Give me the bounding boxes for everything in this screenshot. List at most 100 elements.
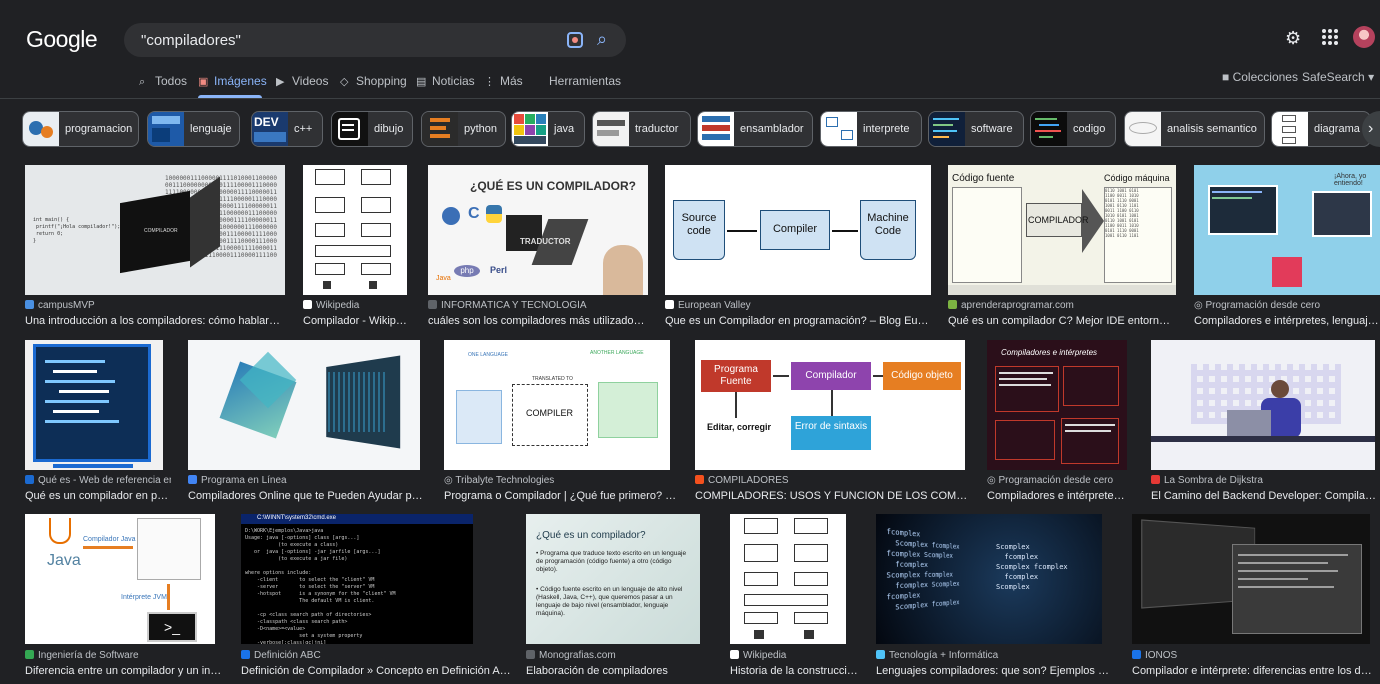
image-result[interactable]: ¡Ahora, yo entiendo! ◎ Programación desde… — [1194, 165, 1380, 327]
chip-interprete[interactable]: interprete — [820, 111, 922, 147]
result-source: campusMVP — [25, 300, 285, 311]
result-thumbnail — [730, 514, 846, 644]
tab-videos[interactable]: ▶ Videos — [276, 74, 328, 88]
image-result[interactable]: Programa en Línea Compiladores Online qu… — [188, 340, 428, 502]
chip-thumbnail — [332, 112, 368, 146]
image-result[interactable]: Java Compilador Java Intérprete JVM >_ I… — [25, 514, 225, 678]
image-result[interactable]: ¿Qué es un compilador? • Programa que tr… — [526, 514, 704, 678]
result-source: INFORMÁTICA Y TECNOLOGÍA — [428, 300, 650, 311]
chip-traductor[interactable]: traductor — [592, 111, 691, 147]
chip-dibujo[interactable]: dibujo — [331, 111, 413, 147]
image-result[interactable]: 1000000111000001111010001100000 001110000… — [25, 165, 285, 327]
result-source: Programa en Línea — [188, 475, 428, 486]
image-result[interactable]: Código fuente COMPILADOR Código máquina … — [948, 165, 1178, 327]
image-result[interactable]: ¿QUÉ ES UN COMPILADOR? C TRADUCTOR php P… — [428, 165, 650, 327]
chip-diagrama[interactable]: diagrama — [1271, 111, 1371, 147]
chip-java[interactable]: java — [511, 111, 585, 147]
result-thumbnail: fcomplex Scomplex fcomplex fcomplex Scom… — [876, 514, 1102, 644]
chip-thumbnail — [821, 112, 857, 146]
result-thumbnail — [1132, 514, 1370, 644]
related-chips: programacion lenguaje DEV c++ dibujo pyt… — [0, 111, 1380, 147]
result-title: Que es un Compilador en programación? – … — [665, 315, 931, 327]
image-result[interactable]: IONOS Compilador e intérprete: diferenci… — [1132, 514, 1380, 678]
chip-thumbnail — [422, 112, 458, 146]
tab-all[interactable]: ⌕ Todos — [139, 74, 187, 89]
result-thumbnail: ¡Ahora, yo entiendo! — [1194, 165, 1380, 295]
result-source: La Sombra de Dijkstra — [1151, 475, 1380, 486]
result-source: Qué es - Web de referencia en ... — [25, 475, 171, 486]
globe-icon: ◎ — [987, 475, 996, 486]
globe-icon: ◎ — [1194, 300, 1203, 311]
tab-more[interactable]: ⋮ Más — [484, 74, 523, 88]
result-thumbnail: Compiladores e intérpretes — [987, 340, 1127, 470]
result-source: Definición ABC — [241, 650, 511, 661]
result-source: COMPILADORES — [695, 475, 971, 486]
bookmark-icon: ■ — [1222, 70, 1230, 84]
camera-icon[interactable] — [567, 32, 583, 48]
result-title: Lenguajes compiladores: que son? Ejemplo… — [876, 665, 1112, 677]
result-title: Compilador - Wikipedia, l... — [303, 315, 411, 327]
result-title: Qué es un compilador C? Mejor IDE entorn… — [948, 315, 1176, 327]
search-icon: ⌕ — [139, 76, 146, 88]
image-result[interactable]: C:\WINNT\system32\cmd.exe D:\WORK\Ejempl… — [241, 514, 511, 678]
tab-news[interactable]: ▤ Noticias — [416, 74, 475, 88]
collections-link[interactable]: ■ Colecciones — [1222, 70, 1298, 84]
result-source: ◎ Programación desde cero — [987, 475, 1114, 486]
tab-shopping[interactable]: ◇ Shopping — [340, 74, 407, 88]
chip-thumbnail: DEV — [252, 112, 288, 146]
image-result[interactable]: fcomplex Scomplex fcomplex fcomplex Scom… — [876, 514, 1112, 678]
chip-thumbnail — [929, 112, 965, 146]
result-title: El Camino del Backend Developer: Compila… — [1151, 490, 1380, 502]
result-source: European Valley — [665, 300, 931, 311]
apps-grid-icon[interactable] — [1322, 29, 1338, 45]
chip-codigo[interactable]: codigo — [1030, 111, 1116, 147]
chip-analisis-semantico[interactable]: analisis semantico — [1124, 111, 1265, 147]
result-thumbnail — [303, 165, 407, 295]
result-source: Wikipedia — [730, 650, 860, 661]
chip-python[interactable]: python — [421, 111, 506, 147]
video-icon: ▶ — [276, 76, 285, 88]
result-title: Qué es un compilador en program... — [25, 490, 171, 502]
divider — [0, 98, 1380, 99]
image-result[interactable]: La Sombra de Dijkstra El Camino del Back… — [1151, 340, 1380, 502]
result-source: ◎ Tribalyte Technologies — [444, 475, 555, 486]
image-result[interactable]: Programa Fuente Compilador Código objeto… — [695, 340, 971, 502]
tab-tools[interactable]: Herramientas — [549, 74, 621, 88]
search-box[interactable]: "compiladores" ⌕ — [124, 23, 626, 57]
safesearch-link[interactable]: SafeSearch ▾ — [1302, 70, 1374, 84]
result-title: Una introducción a los compiladores: cóm… — [25, 315, 283, 327]
chip-thumbnail — [593, 112, 629, 146]
result-title: cuáles son los compiladores más utilizad… — [428, 315, 648, 327]
avatar[interactable] — [1353, 26, 1375, 48]
tab-images[interactable]: ▣ Imágenes — [198, 74, 267, 88]
chip-programacion[interactable]: programacion — [22, 111, 139, 147]
gear-icon[interactable]: ⚙ — [1285, 28, 1301, 49]
result-title: Compiladores e intérpretes, lenguajes co… — [1194, 315, 1380, 327]
result-thumbnail: 1000000111000001111010001100000 001110000… — [25, 165, 285, 295]
image-result[interactable]: Qué es - Web de referencia en ... Qué es… — [25, 340, 171, 502]
search-icon[interactable]: ⌕ — [597, 29, 607, 50]
search-input[interactable]: "compiladores" — [141, 32, 241, 49]
chip-software[interactable]: software — [928, 111, 1024, 147]
result-title: Compiladores e intérpretes - Prog... — [987, 490, 1127, 502]
chip-cpp[interactable]: DEV c++ — [251, 111, 323, 147]
result-title: Historia de la construcción de... — [730, 665, 858, 677]
chip-thumbnail — [23, 112, 59, 146]
chip-lenguaje[interactable]: lenguaje — [147, 111, 240, 147]
chip-thumbnail — [512, 112, 548, 146]
result-thumbnail: ¿QUÉ ES UN COMPILADOR? C TRADUCTOR php P… — [428, 165, 648, 295]
result-thumbnail: ¿Qué es un compilador? • Programa que tr… — [526, 514, 700, 644]
result-source: Monografias.com — [526, 650, 704, 661]
result-thumbnail: ONE LANGUAGE ANOTHER LANGUAGE TRANSLATED… — [444, 340, 670, 470]
image-result[interactable]: ONE LANGUAGE ANOTHER LANGUAGE TRANSLATED… — [444, 340, 682, 502]
chevron-down-icon: ▾ — [1368, 70, 1375, 84]
image-icon: ▣ — [198, 76, 209, 88]
chip-thumbnail — [1031, 112, 1067, 146]
image-result[interactable]: Wikipedia Historia de la construcción de… — [730, 514, 860, 678]
result-title: COMPILADORES: USOS Y FUNCION DE LOS COMP… — [695, 490, 971, 502]
image-result[interactable]: Wikipedia Compilador - Wikipedia, l... — [303, 165, 411, 327]
image-result[interactable]: Source code Compiler Machine Code Europe… — [665, 165, 931, 327]
image-result[interactable]: Compiladores e intérpretes ◎ Programació… — [987, 340, 1129, 502]
chip-ensamblador[interactable]: ensamblador — [697, 111, 813, 147]
google-logo[interactable]: Google — [26, 26, 98, 53]
